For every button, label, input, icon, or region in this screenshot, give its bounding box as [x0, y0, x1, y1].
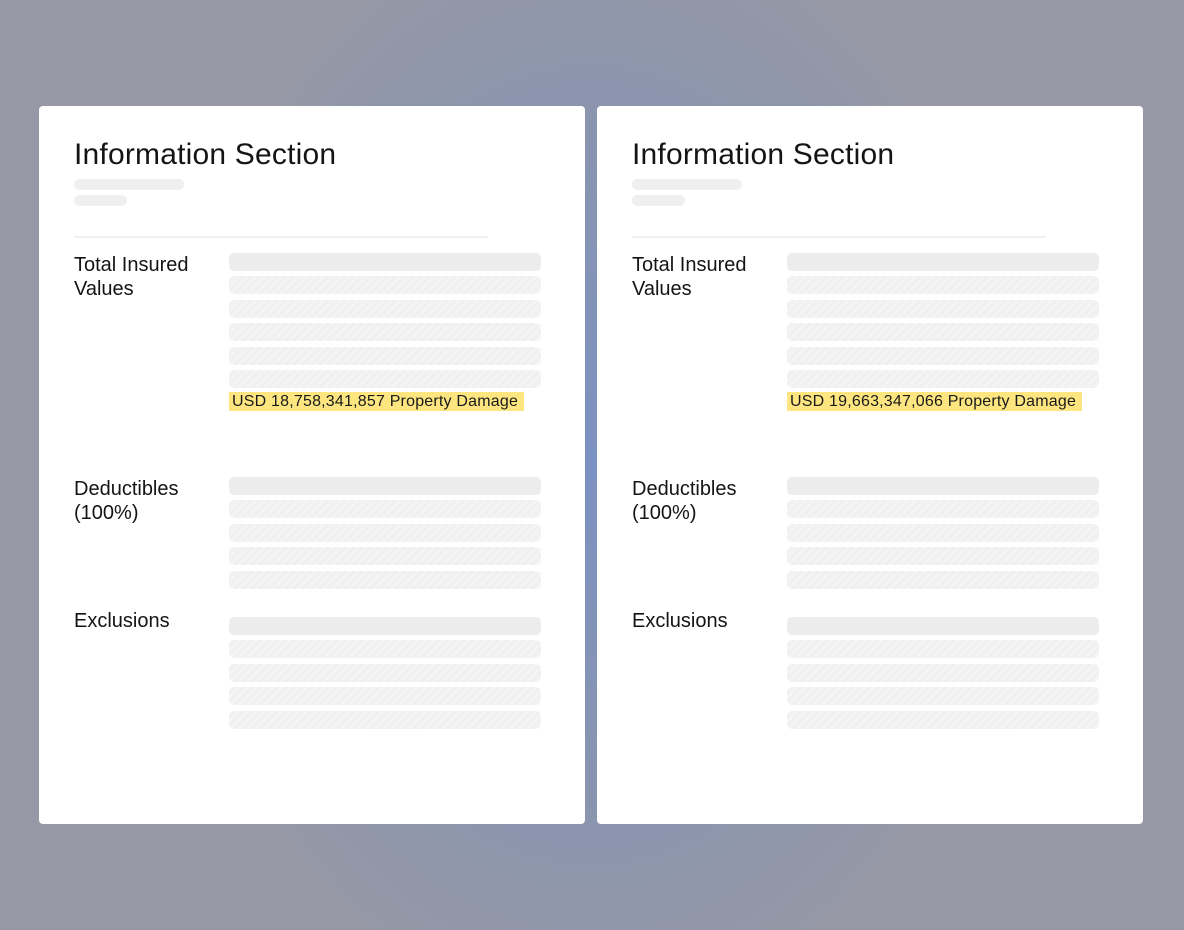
subtitle-placeholder — [74, 179, 184, 190]
text-line-placeholder — [229, 547, 541, 566]
exclusions-label: Exclusions — [632, 610, 728, 632]
text-line-placeholder — [787, 500, 1099, 519]
subtitle-placeholder — [632, 179, 742, 190]
text-line-placeholder — [229, 523, 541, 542]
text-line-placeholder — [787, 617, 1099, 635]
text-line-placeholder — [229, 710, 541, 729]
text-line-placeholder — [229, 276, 541, 295]
text-line-placeholder — [229, 369, 541, 388]
subtitle-placeholder-short — [74, 195, 127, 206]
exclusions-label: Exclusions — [74, 610, 170, 632]
text-line-placeholder — [229, 346, 541, 365]
section-divider — [74, 236, 488, 238]
text-line-placeholder — [229, 477, 541, 495]
text-line-placeholder — [787, 547, 1099, 566]
text-line-placeholder — [229, 323, 541, 342]
document-title: Information Section — [632, 138, 895, 171]
subtitle-placeholder-short — [632, 195, 685, 206]
exclusions-text-placeholder — [787, 617, 1099, 734]
document-card-right: Information Section Total Insured Values… — [597, 106, 1143, 824]
text-line-placeholder — [787, 687, 1099, 706]
text-line-placeholder — [787, 253, 1099, 271]
text-line-placeholder — [229, 500, 541, 519]
text-line-placeholder — [229, 663, 541, 682]
text-line-placeholder — [787, 369, 1099, 388]
total-insured-values-text-placeholder — [787, 253, 1099, 393]
highlighted-tiv-value[interactable]: USD 18,758,341,857 Property Damage — [229, 391, 541, 413]
text-line-placeholder — [229, 570, 541, 589]
text-line-placeholder — [787, 477, 1099, 495]
section-divider — [632, 236, 1046, 238]
text-line-placeholder — [787, 663, 1099, 682]
text-line-placeholder — [787, 570, 1099, 589]
text-line-placeholder — [229, 253, 541, 271]
text-line-placeholder — [787, 323, 1099, 342]
text-line-placeholder — [229, 299, 541, 318]
text-line-placeholder — [787, 523, 1099, 542]
text-line-placeholder — [229, 687, 541, 706]
total-insured-values-label: Total Insured Values — [632, 254, 747, 300]
text-line-placeholder — [229, 640, 541, 659]
text-line-placeholder — [787, 299, 1099, 318]
total-insured-values-text-placeholder — [229, 253, 541, 393]
text-line-placeholder — [787, 640, 1099, 659]
text-line-placeholder — [787, 710, 1099, 729]
highlighted-tiv-value[interactable]: USD 19,663,347,066 Property Damage — [787, 391, 1099, 413]
text-line-placeholder — [787, 346, 1099, 365]
document-card-left: Information Section Total Insured Values… — [39, 106, 585, 824]
deductibles-label: Deductibles (100%) — [74, 478, 179, 524]
total-insured-values-label: Total Insured Values — [74, 254, 189, 300]
deductibles-text-placeholder — [229, 477, 541, 594]
deductibles-label: Deductibles (100%) — [632, 478, 737, 524]
highlighted-tiv-text: USD 19,663,347,066 Property Damage — [787, 392, 1083, 411]
deductibles-text-placeholder — [787, 477, 1099, 594]
text-line-placeholder — [229, 617, 541, 635]
highlighted-tiv-text: USD 18,758,341,857 Property Damage — [229, 392, 525, 411]
text-line-placeholder — [787, 276, 1099, 295]
document-title: Information Section — [74, 138, 337, 171]
exclusions-text-placeholder — [229, 617, 541, 734]
